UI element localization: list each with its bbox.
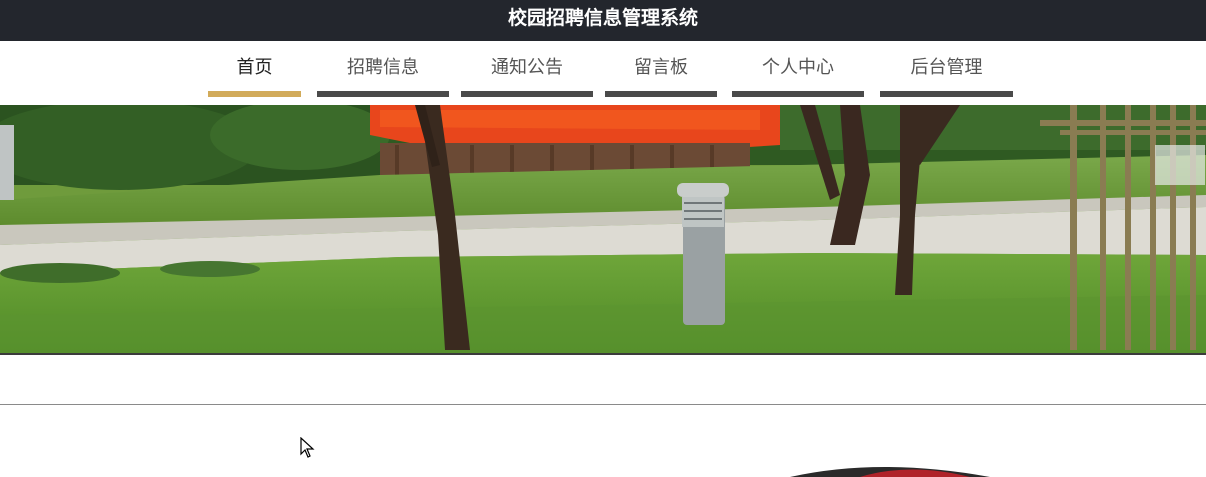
nav-item-notices[interactable]: 通知公告: [461, 41, 593, 97]
nav-item-label: 留言板: [634, 57, 688, 78]
nav-item-personal-center[interactable]: 个人中心: [732, 41, 864, 97]
nav-item-label: 招聘信息: [347, 57, 419, 78]
nav-item-recruitment[interactable]: 招聘信息: [317, 41, 449, 97]
nav-underline: [732, 91, 864, 97]
mouse-pointer-icon: [300, 436, 316, 459]
nav-item-label: 个人中心: [762, 57, 834, 78]
nav-item-label: 首页: [236, 57, 273, 78]
nav-underline: [880, 91, 1013, 97]
nav-item-admin[interactable]: 后台管理: [880, 41, 1013, 97]
app-header: 校园招聘信息管理系统: [0, 0, 1206, 41]
section-divider: [0, 404, 1206, 405]
campus-garden-photo: [0, 105, 1206, 355]
hero-banner-image: [0, 105, 1206, 355]
nav-item-home[interactable]: 首页: [208, 41, 301, 97]
site-title: 校园招聘信息管理系统: [507, 7, 698, 29]
nav-underline-active: [208, 91, 301, 97]
main-nav: 首页 招聘信息 通知公告 留言板 个人中心 后台管理: [0, 41, 1206, 105]
nav-underline: [605, 91, 717, 97]
nav-item-message-board[interactable]: 留言板: [605, 41, 717, 97]
nav-underline: [461, 91, 593, 97]
nav-underline: [317, 91, 449, 97]
content-image-peek: [770, 462, 1010, 477]
nav-item-label: 后台管理: [910, 57, 983, 78]
nav-item-label: 通知公告: [491, 57, 563, 78]
